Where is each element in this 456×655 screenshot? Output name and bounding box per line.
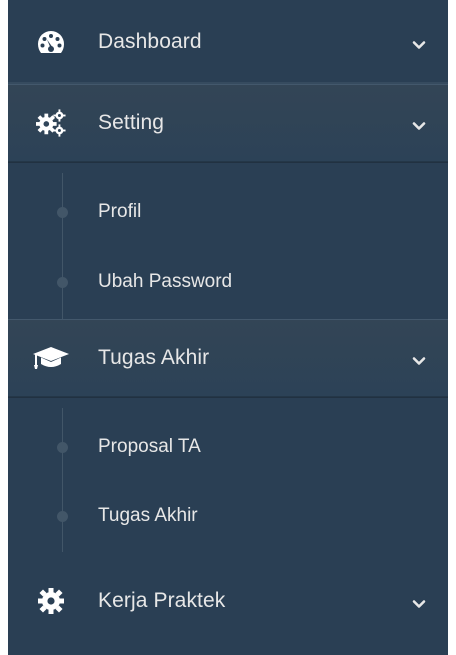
submenu-label: Profil <box>98 201 142 222</box>
submenu-label: Tugas Akhir <box>98 505 198 526</box>
cogs-icon <box>36 108 66 138</box>
submenu-item-profil[interactable]: Profil <box>8 182 448 242</box>
tree-dot <box>57 441 68 453</box>
chevron-down-icon <box>412 596 426 608</box>
submenu-item-tugas-akhir[interactable]: Tugas Akhir <box>8 486 448 546</box>
tree-dot <box>57 206 68 218</box>
menu-item-dashboard[interactable]: Dashboard <box>8 0 448 83</box>
menu-label-tugas-akhir: Tugas Akhir <box>98 346 210 369</box>
tree-dot <box>57 276 68 288</box>
submenu-item-proposal-ta[interactable]: Proposal TA <box>8 417 448 477</box>
menu-item-setting[interactable]: Setting <box>8 84 448 162</box>
submenu-label: Proposal TA <box>98 436 201 457</box>
tree-dot <box>57 510 68 522</box>
submenu-setting: Profil Ubah Password <box>8 163 448 319</box>
chevron-down-icon <box>412 37 426 49</box>
menu-label-dashboard: Dashboard <box>98 29 202 53</box>
menu-label-setting: Setting <box>98 111 165 134</box>
menu-item-tugas-akhir[interactable]: Tugas Akhir <box>8 319 448 397</box>
menu-item-kerja-praktek[interactable]: Kerja Praktek <box>8 563 448 639</box>
chevron-down-icon <box>412 118 426 130</box>
cog-icon <box>36 586 66 616</box>
sidebar-menu: Dashboard Setting Profil Ubah Password T… <box>8 0 448 655</box>
chevron-down-icon <box>412 353 426 365</box>
menu-label-kerja-praktek: Kerja Praktek <box>98 589 226 612</box>
submenu-label: Ubah Password <box>98 271 233 292</box>
submenu-tugas-akhir: Proposal TA Tugas Akhir <box>8 398 448 563</box>
dashboard-gauge-icon <box>36 27 66 57</box>
submenu-item-ubah-password[interactable]: Ubah Password <box>8 252 448 312</box>
graduation-cap-icon <box>32 343 70 373</box>
